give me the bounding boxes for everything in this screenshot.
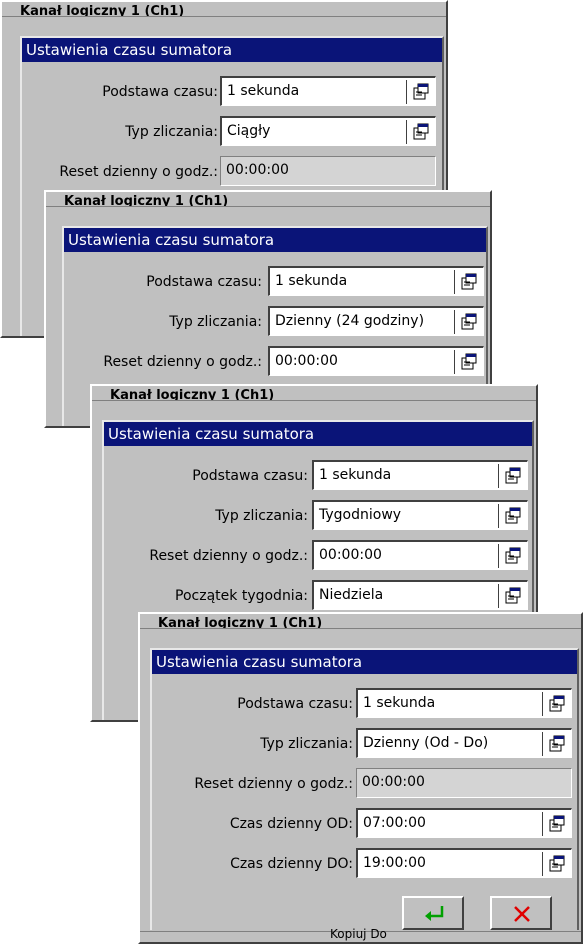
field-label-daily-reset: Reset dzienny o godz.: — [59, 164, 218, 180]
daily-reset-field[interactable]: 00:00:00 — [312, 540, 528, 570]
field-label-daily-to: Czas dzienny DO: — [230, 856, 353, 872]
field-label-week-start: Początek tygodnia: — [175, 588, 308, 604]
field-label-count-type: Typ zliczania: — [215, 508, 308, 524]
daily-reset-value: 00:00:00 — [275, 353, 338, 369]
count-type-value: Tygodniowy — [319, 507, 402, 523]
picker-button[interactable] — [542, 852, 569, 876]
properties-icon — [505, 547, 521, 564]
daily-reset-value: 00:00:00 — [319, 547, 382, 563]
daily-reset-field: 00:00:00 — [220, 156, 436, 186]
properties-icon — [549, 815, 565, 832]
count-type-value: Ciągły — [227, 123, 271, 139]
field-label-daily-reset: Reset dzienny o godz.: — [103, 354, 262, 370]
properties-icon — [549, 695, 565, 712]
channel-header: Kanał logiczny 1 (Ch1) — [46, 192, 490, 207]
properties-icon — [505, 587, 521, 604]
field-label-count-type: Typ zliczania: — [260, 736, 353, 752]
count-type-value: Dzienny (Od - Do) — [363, 735, 489, 751]
picker-button[interactable] — [406, 120, 433, 144]
picker-button[interactable] — [542, 732, 569, 756]
properties-icon — [505, 467, 521, 484]
daily-reset-field: 00:00:00 — [356, 768, 572, 798]
field-label-daily-reset: Reset dzienny o godz.: — [194, 776, 353, 792]
dialog-title: Ustawienia czasu sumatora — [152, 650, 577, 674]
picker-button[interactable] — [498, 584, 525, 608]
properties-icon — [549, 735, 565, 752]
field-label-time-base: Podstawa czasu: — [192, 468, 308, 484]
copy-to-button-label[interactable]: Kopiuj Do — [330, 927, 387, 941]
field-label-count-type: Typ zliczania: — [125, 124, 218, 140]
picker-button[interactable] — [454, 270, 481, 294]
picker-button[interactable] — [454, 350, 481, 374]
field-label-daily-from: Czas dzienny OD: — [229, 816, 353, 832]
picker-button[interactable] — [454, 310, 481, 334]
daily-reset-value: 00:00:00 — [362, 774, 425, 790]
dialog-title: Ustawienia czasu sumatora — [104, 422, 532, 446]
timer-settings-dialog-4: Ustawienia czasu sumatora Podstawa czasu… — [150, 648, 579, 930]
count-type-value: Dzienny (24 godziny) — [275, 313, 425, 329]
daily-reset-value: 00:00:00 — [226, 162, 289, 178]
daily-to-field[interactable]: 19:00:00 — [356, 848, 572, 878]
dialog-title: Ustawienia czasu sumatora — [22, 38, 442, 62]
time-base-field[interactable]: 1 sekunda — [312, 460, 528, 490]
properties-icon — [413, 83, 429, 100]
enter-icon — [425, 906, 444, 921]
picker-button[interactable] — [498, 464, 525, 488]
picker-button[interactable] — [406, 80, 433, 104]
field-label-time-base: Podstawa czasu: — [237, 696, 353, 712]
daily-to-value: 19:00:00 — [363, 855, 426, 871]
close-icon — [514, 906, 530, 922]
dialog-title: Ustawienia czasu sumatora — [64, 228, 486, 252]
time-base-field[interactable]: 1 sekunda — [356, 688, 572, 718]
count-type-field[interactable]: Dzienny (Od - Do) — [356, 728, 572, 758]
time-base-value: 1 sekunda — [363, 695, 436, 711]
count-type-field[interactable]: Tygodniowy — [312, 500, 528, 530]
channel-window-4: Kanał logiczny 1 (Ch1) Ustawienia czasu … — [138, 612, 583, 944]
picker-button[interactable] — [498, 544, 525, 568]
field-label-daily-reset: Reset dzienny o godz.: — [149, 548, 308, 564]
field-label-time-base: Podstawa czasu: — [102, 84, 218, 100]
channel-header: Kanał logiczny 1 (Ch1) — [140, 614, 581, 629]
time-base-field[interactable]: 1 sekunda — [268, 266, 484, 296]
properties-icon — [413, 123, 429, 140]
week-start-field[interactable]: Niedziela — [312, 580, 528, 610]
picker-button[interactable] — [542, 812, 569, 836]
time-base-field[interactable]: 1 sekunda — [220, 76, 436, 106]
properties-icon — [505, 507, 521, 524]
toolbar-strip: Kopiuj Do — [140, 927, 581, 942]
channel-header: Kanał logiczny 1 (Ch1) — [2, 2, 446, 17]
daily-from-field[interactable]: 07:00:00 — [356, 808, 572, 838]
time-base-value: 1 sekunda — [319, 467, 392, 483]
daily-from-value: 07:00:00 — [363, 815, 426, 831]
cancel-button[interactable] — [490, 896, 552, 930]
time-base-value: 1 sekunda — [227, 83, 300, 99]
week-start-value: Niedziela — [319, 587, 384, 603]
picker-button[interactable] — [542, 692, 569, 716]
ok-button[interactable] — [402, 896, 464, 930]
properties-icon — [461, 273, 477, 290]
field-label-time-base: Podstawa czasu: — [146, 274, 262, 290]
field-label-count-type: Typ zliczania: — [169, 314, 262, 330]
count-type-field[interactable]: Dzienny (24 godziny) — [268, 306, 484, 336]
properties-icon — [461, 313, 477, 330]
properties-icon — [461, 353, 477, 370]
time-base-value: 1 sekunda — [275, 273, 348, 289]
daily-reset-field[interactable]: 00:00:00 — [268, 346, 484, 376]
count-type-field[interactable]: Ciągły — [220, 116, 436, 146]
properties-icon — [549, 855, 565, 872]
channel-header: Kanał logiczny 1 (Ch1) — [92, 386, 536, 401]
picker-button[interactable] — [498, 504, 525, 528]
